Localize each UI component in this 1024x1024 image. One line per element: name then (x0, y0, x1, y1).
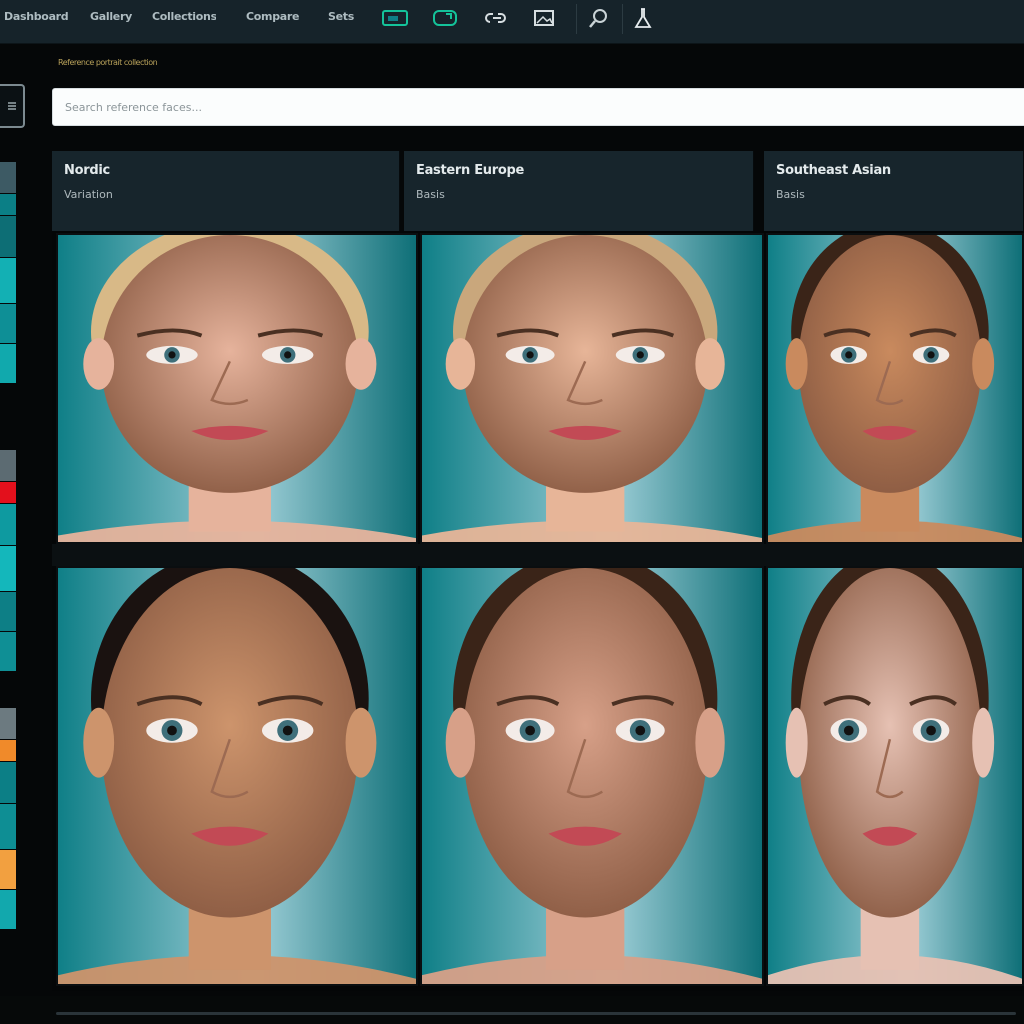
section-label: Reference portrait collection (58, 58, 158, 67)
image-icon[interactable] (532, 8, 558, 28)
layout-icon[interactable] (382, 8, 408, 28)
portrait-image (58, 235, 416, 542)
color-swatch[interactable] (0, 850, 16, 890)
color-swatch[interactable] (0, 216, 16, 258)
horizontal-scrollbar[interactable] (0, 996, 1024, 1024)
toolbar-divider (622, 4, 623, 34)
crop-icon[interactable] (432, 8, 458, 28)
link-icon[interactable] (484, 8, 510, 28)
color-swatch[interactable] (0, 890, 16, 930)
column-header-southeast-asian[interactable]: Southeast Asian Basis (764, 151, 1024, 231)
portrait-card[interactable] (420, 566, 764, 986)
color-swatch[interactable] (0, 482, 16, 504)
menu-item-compare[interactable]: Compare (246, 10, 306, 26)
column-title: Eastern Europe (416, 163, 525, 178)
color-swatch[interactable] (0, 304, 16, 344)
portrait-image (768, 235, 1022, 542)
search-icon[interactable] (586, 8, 612, 28)
color-swatch[interactable] (0, 546, 16, 592)
color-swatch[interactable] (0, 804, 16, 850)
column-subtitle: Basis (776, 188, 805, 201)
search-input[interactable] (52, 88, 1024, 126)
color-swatch[interactable] (0, 194, 16, 216)
color-swatch-group (0, 162, 16, 384)
portrait-image (422, 568, 762, 984)
top-toolbar: Dashboard Gallery Collections Compare Se… (0, 0, 1024, 44)
color-swatch[interactable] (0, 162, 16, 194)
portrait-image (422, 235, 762, 542)
color-swatch[interactable] (0, 762, 16, 804)
column-subtitle: Basis (416, 188, 445, 201)
color-swatch[interactable] (0, 740, 16, 762)
row-separator (52, 544, 1024, 566)
menu-item-collections[interactable]: Collections (152, 10, 216, 26)
portrait-card[interactable] (766, 566, 1024, 986)
portrait-card[interactable] (56, 566, 418, 986)
column-title: Nordic (64, 163, 110, 178)
color-swatch[interactable] (0, 504, 16, 546)
portrait-card[interactable] (420, 233, 764, 544)
column-header-eastern-europe[interactable]: Eastern Europe Basis (404, 151, 754, 231)
color-swatch-group (0, 450, 16, 672)
color-swatch-group (0, 708, 16, 930)
portrait-image (58, 568, 416, 984)
scrollbar-thumb[interactable] (56, 1012, 1016, 1015)
toolbar-divider (576, 4, 577, 34)
color-swatch[interactable] (0, 258, 16, 304)
color-swatch[interactable] (0, 450, 16, 482)
column-title: Southeast Asian (776, 163, 891, 178)
portrait-card[interactable] (56, 233, 418, 544)
color-swatch[interactable] (0, 708, 16, 740)
portrait-image (768, 568, 1022, 984)
color-swatch[interactable] (0, 592, 16, 632)
menu-item-sets[interactable]: Sets (328, 10, 358, 26)
column-header-nordic[interactable]: Nordic Variation (52, 151, 400, 231)
menu-item-dashboard[interactable]: Dashboard (4, 10, 68, 26)
sidebar-toggle-button[interactable] (0, 84, 25, 128)
column-subtitle: Variation (64, 188, 113, 201)
menu-icon (7, 102, 16, 110)
menu-item-gallery[interactable]: Gallery (90, 10, 132, 26)
color-swatch[interactable] (0, 632, 16, 672)
color-swatch[interactable] (0, 344, 16, 384)
portrait-card[interactable] (766, 233, 1024, 544)
flask-icon[interactable] (630, 8, 656, 28)
